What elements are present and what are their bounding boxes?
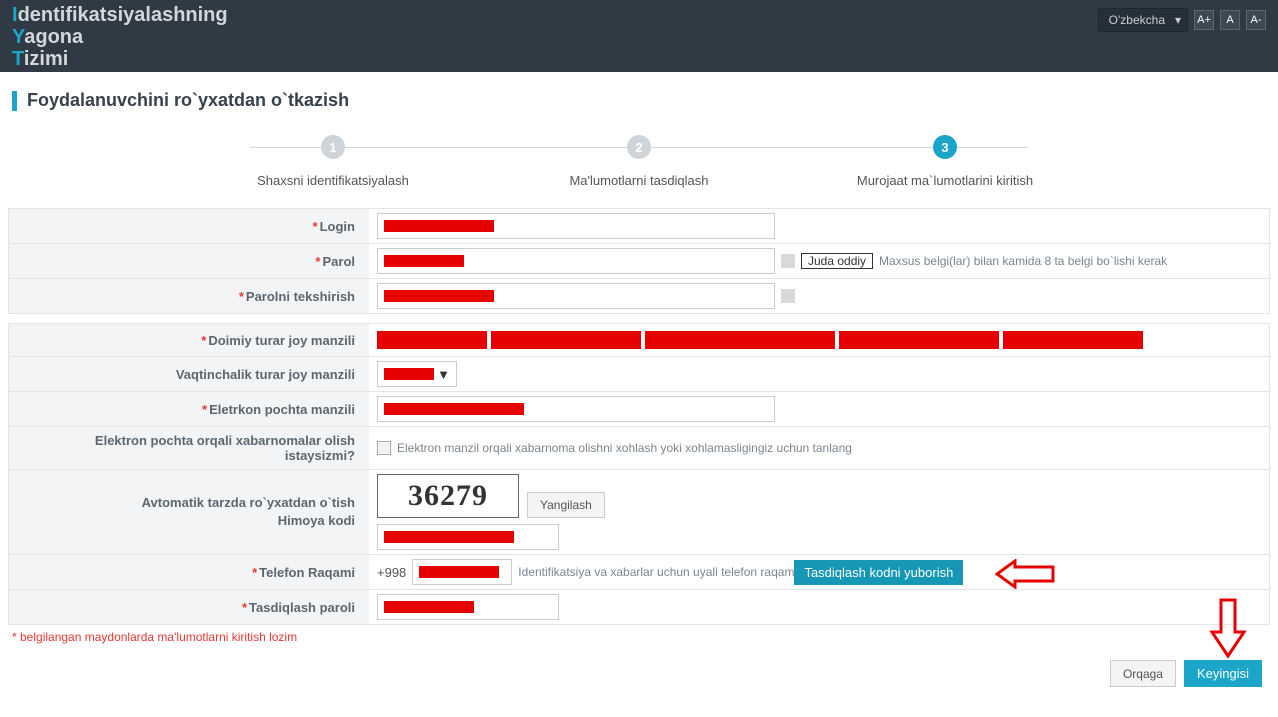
captcha-input[interactable]: [377, 524, 559, 550]
email-notify-label: Elektron pochta orqali xabarnomalar olis…: [23, 433, 355, 463]
email-label: Eletrkon pochta manzili: [209, 402, 355, 417]
step-2-circle: 2: [627, 135, 651, 159]
required-footnote: * belgilangan maydonlarda ma'lumotlarni …: [8, 624, 1270, 650]
step-1-label: Shaxsni identifikatsiyalash: [257, 173, 409, 188]
row-temp-address: Vaqtinchalik turar joy manzili ▼: [8, 356, 1270, 392]
language-select[interactable]: O'zbekcha: [1098, 8, 1188, 32]
step-2-label: Ma'lumotlarni tasdiqlash: [569, 173, 708, 188]
row-confirm-code: *Tasdiqlash paroli: [8, 589, 1270, 625]
captcha-label-1: Avtomatik tarzda ro`yxatdan o`tish: [142, 494, 355, 512]
header-controls: O'zbekcha A+ A A-: [1098, 4, 1266, 32]
title-accent-mark: [12, 91, 17, 111]
password-hint: Maxsus belgi(lar) bilan kamida 8 ta belg…: [879, 254, 1167, 268]
back-button[interactable]: Orqaga: [1110, 660, 1176, 687]
step-1-circle: 1: [321, 135, 345, 159]
font-normal-button[interactable]: A: [1220, 10, 1240, 30]
page-title: Foydalanuvchini ro`yxatdan o`tkazish: [27, 90, 349, 111]
row-password: *Parol Juda oddiy Maxsus belgi(lar) bila…: [8, 243, 1270, 279]
phone-input[interactable]: [412, 559, 512, 585]
perm-address-inputs[interactable]: [377, 331, 1143, 349]
step-3: 3 Murojaat ma`lumotlarini kiritish: [792, 135, 1098, 188]
captcha-label-2: Himoya kodi: [278, 512, 355, 530]
password-confirm-indicator: [781, 289, 795, 303]
phone-prefix: +998: [377, 565, 406, 580]
login-label: Login: [320, 219, 355, 234]
perm-address-label: Doimiy turar joy manzili: [208, 333, 355, 348]
phone-hint: Identifikatsiya va xabarlar uchun uyali …: [518, 565, 794, 579]
confirm-code-input[interactable]: [377, 594, 559, 620]
password-input[interactable]: [377, 248, 775, 274]
step-1: 1 Shaxsni identifikatsiyalash: [180, 135, 486, 188]
step-2: 2 Ma'lumotlarni tasdiqlash: [486, 135, 792, 188]
row-phone: *Telefon Raqami +998 Identifikatsiya va …: [8, 554, 1270, 590]
app-header: Identifikatsiyalashning Yagona Tizimi O'…: [0, 0, 1278, 72]
send-code-button[interactable]: Tasdiqlash kodni yuborish: [794, 560, 963, 585]
temp-address-select[interactable]: ▼: [377, 361, 457, 387]
email-input[interactable]: [377, 396, 775, 422]
captcha-refresh-button[interactable]: Yangilash: [527, 492, 605, 518]
stepper: 1 Shaxsni identifikatsiyalash 2 Ma'lumot…: [0, 125, 1278, 208]
password-confirm-input[interactable]: [377, 283, 775, 309]
step-3-label: Murojaat ma`lumotlarini kiritish: [857, 173, 1033, 188]
password-strength-badge: Juda oddiy: [801, 253, 873, 269]
temp-address-label: Vaqtinchalik turar joy manzili: [176, 367, 355, 382]
row-email: *Eletrkon pochta manzili: [8, 391, 1270, 427]
next-button[interactable]: Keyingisi: [1184, 660, 1262, 687]
phone-label: Telefon Raqami: [259, 565, 355, 580]
registration-form: *Login *Parol Juda oddiy Maxsus belgi(la…: [0, 208, 1278, 717]
step-3-circle: 3: [933, 135, 957, 159]
email-notify-checkbox[interactable]: [377, 441, 391, 455]
email-notify-text: Elektron manzil orqali xabarnoma olishni…: [397, 441, 852, 455]
password-confirm-label: Parolni tekshirish: [246, 289, 355, 304]
password-strength-indicator: [781, 254, 795, 268]
font-increase-button[interactable]: A+: [1194, 10, 1214, 30]
font-decrease-button[interactable]: A-: [1246, 10, 1266, 30]
row-email-notify: Elektron pochta orqali xabarnomalar olis…: [8, 426, 1270, 470]
confirm-code-label: Tasdiqlash paroli: [249, 600, 355, 615]
password-label: Parol: [322, 254, 355, 269]
captcha-image: 36279: [377, 474, 519, 518]
row-password-confirm: *Parolni tekshirish: [8, 278, 1270, 314]
page-title-wrap: Foydalanuvchini ro`yxatdan o`tkazish: [0, 72, 1278, 125]
row-perm-address: *Doimiy turar joy manzili: [8, 323, 1270, 357]
login-input[interactable]: [377, 213, 775, 239]
app-logo: Identifikatsiyalashning Yagona Tizimi: [12, 4, 228, 70]
row-login: *Login: [8, 208, 1270, 244]
row-captcha: Avtomatik tarzda ro`yxatdan o`tish Himoy…: [8, 469, 1270, 555]
